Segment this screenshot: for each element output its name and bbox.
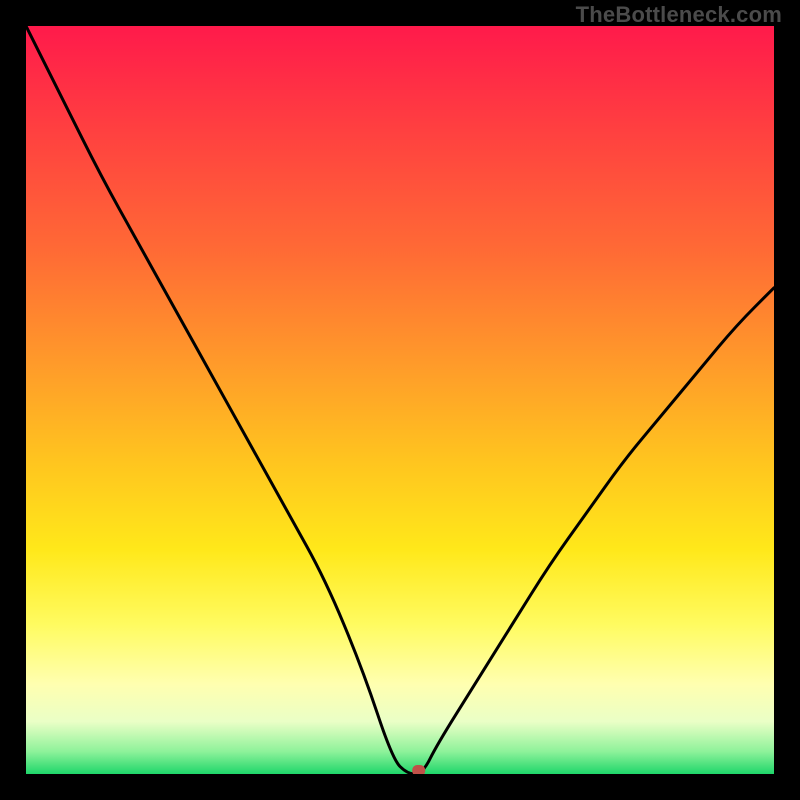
curve-svg — [26, 26, 774, 774]
chart-frame: TheBottleneck.com — [0, 0, 800, 800]
minimum-marker — [412, 765, 425, 774]
watermark-text: TheBottleneck.com — [576, 2, 782, 28]
bottleneck-curve — [26, 26, 774, 774]
plot-area — [26, 26, 774, 774]
